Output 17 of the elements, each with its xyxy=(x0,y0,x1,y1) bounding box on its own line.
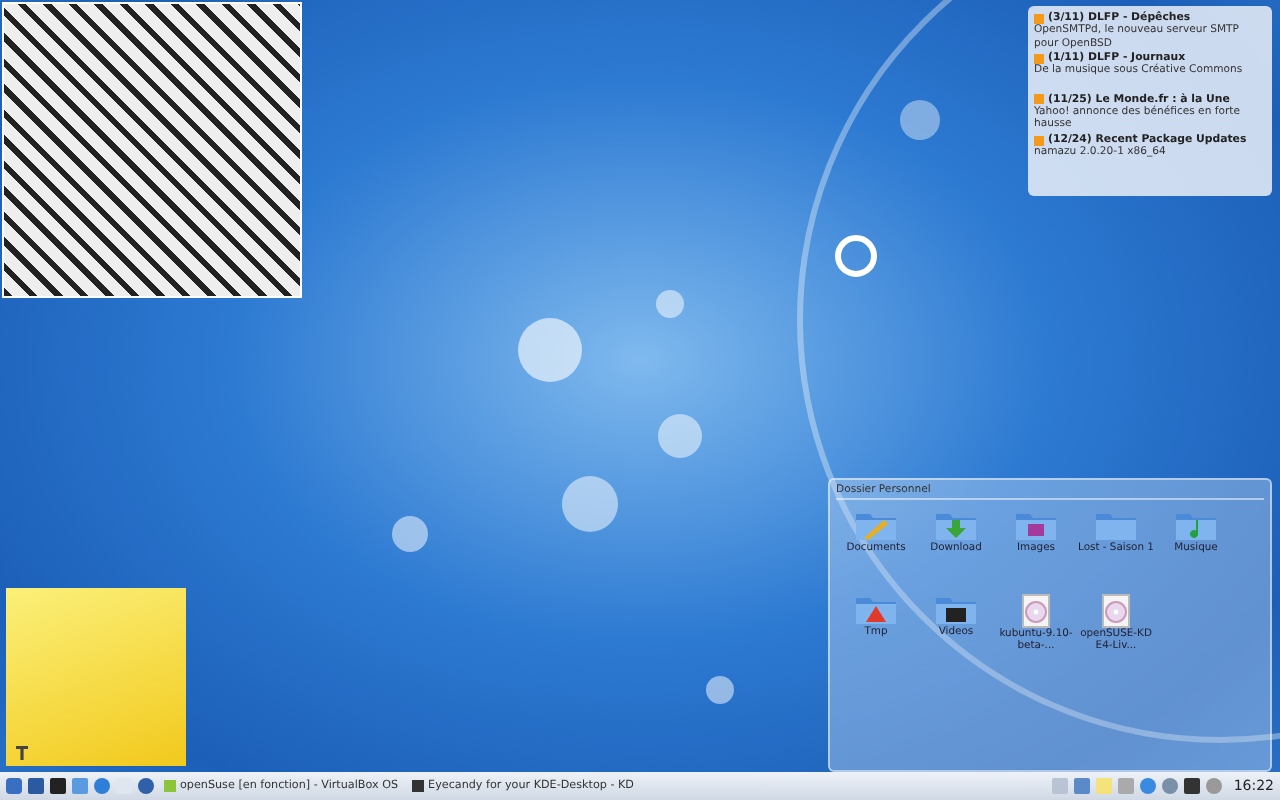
bokeh-light xyxy=(706,676,734,704)
disc-image-icon xyxy=(1102,594,1130,628)
text-tool-icon[interactable] xyxy=(16,746,28,760)
feed-icon xyxy=(1034,53,1044,64)
bokeh-light xyxy=(656,290,684,318)
feed-icon xyxy=(1034,94,1044,105)
app-icon xyxy=(412,780,425,792)
bokeh-light xyxy=(392,516,428,552)
bokeh-light xyxy=(900,100,940,140)
wallpaper-ring xyxy=(835,235,877,277)
disc-image-icon xyxy=(1022,594,1050,628)
feed-icon xyxy=(1034,13,1044,23)
bokeh-light xyxy=(658,414,702,458)
app-icon xyxy=(164,780,176,792)
bokeh-light xyxy=(518,318,582,382)
feed-icon xyxy=(1034,135,1044,146)
bokeh-light xyxy=(562,476,618,532)
